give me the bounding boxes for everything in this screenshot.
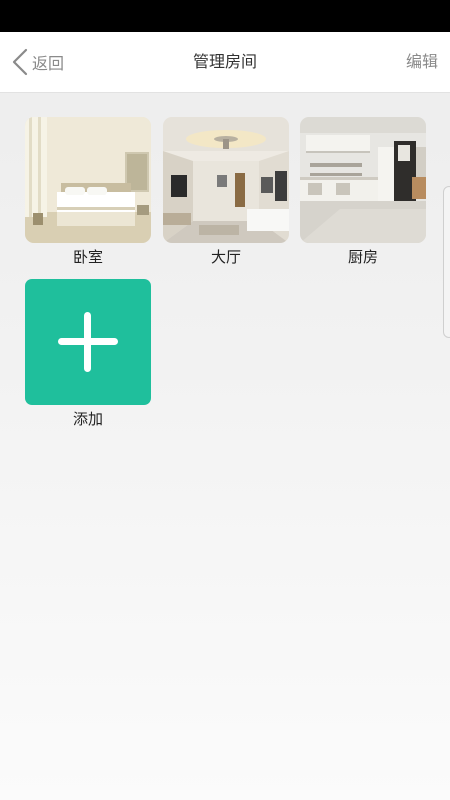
nav-bar: 管理房间 返回 编辑 xyxy=(0,32,450,93)
edit-button[interactable]: 编辑 xyxy=(406,32,438,92)
chevron-left-icon xyxy=(10,47,30,77)
bedroom-photo xyxy=(25,117,151,243)
add-room-label: 添加 xyxy=(72,410,103,428)
living-room-photo xyxy=(163,117,289,243)
add-tile xyxy=(25,279,151,405)
room-card-living-room[interactable]: 大厅 xyxy=(163,117,289,268)
page-title: 管理房间 xyxy=(192,52,257,71)
back-label: 返回 xyxy=(32,54,65,73)
room-label-kitchen: 厨房 xyxy=(347,248,378,266)
back-button[interactable]: 返回 xyxy=(10,46,64,78)
room-card-bedroom[interactable]: 卧室 xyxy=(25,117,151,268)
kitchen-photo xyxy=(300,117,426,243)
add-room-button[interactable]: 添加 xyxy=(25,279,151,430)
room-label-living-room: 大厅 xyxy=(210,248,241,266)
room-card-kitchen[interactable]: 厨房 xyxy=(300,117,426,268)
room-label-bedroom: 卧室 xyxy=(72,248,103,266)
status-bar xyxy=(0,0,450,32)
side-drawer-handle[interactable] xyxy=(443,186,450,338)
